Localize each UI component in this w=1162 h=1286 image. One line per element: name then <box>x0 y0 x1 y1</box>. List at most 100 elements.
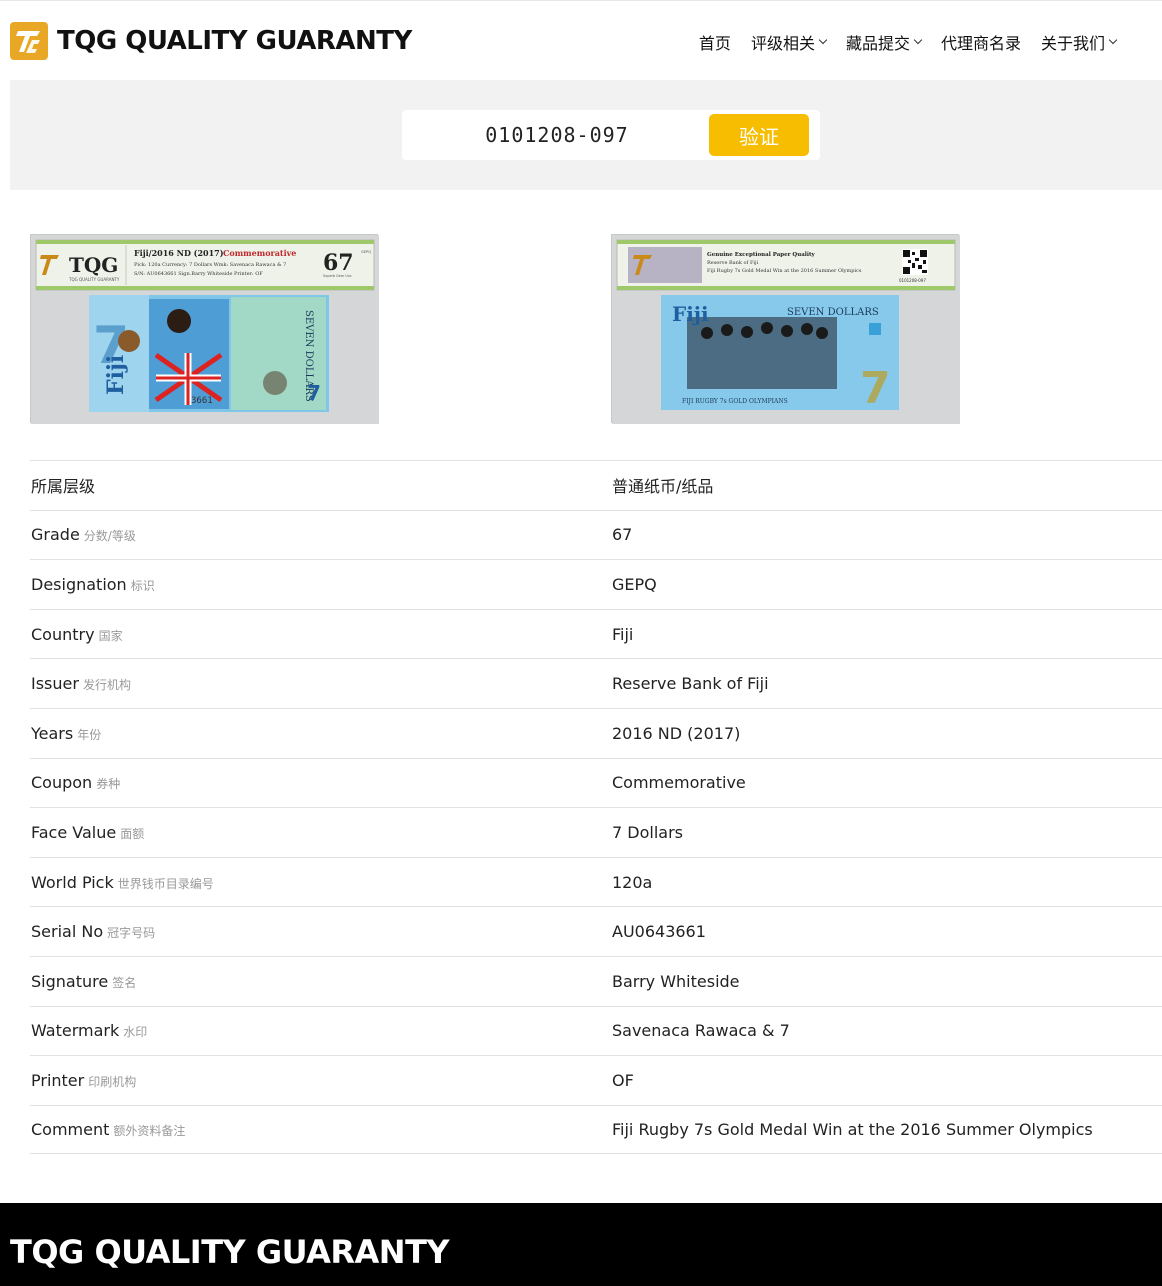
slab-front-line1: Fiji/2016 ND (2017) <box>134 248 224 258</box>
row-label-cn: 发行机构 <box>82 678 131 693</box>
row-label: Issuer 发行机构 <box>31 674 131 693</box>
row-label: Grade 分数/等级 <box>31 525 136 544</box>
nav-dealers-label: 代理商名录 <box>940 34 1021 53</box>
table-row: Country 国家 Fiji <box>30 608 1162 659</box>
row-label-cn: 额外资料备注 <box>113 1124 186 1139</box>
row-label-cn: 世界钱币目录编号 <box>117 876 214 891</box>
row-label-cn: 水印 <box>123 1025 148 1040</box>
row-label-en: Grade <box>31 525 80 545</box>
nav-about[interactable]: 关于我们 <box>1040 30 1118 54</box>
note-word-front: Fiji <box>103 355 129 395</box>
row-value: Savenaca Rawaca & 7 <box>612 1021 790 1041</box>
nav-about-label: 关于我们 <box>1040 34 1105 53</box>
row-label-en: Printer <box>31 1070 85 1090</box>
row-value: OF <box>612 1070 634 1090</box>
row-label: Watermark 水印 <box>31 1021 147 1040</box>
cert-number-input[interactable] <box>402 110 712 160</box>
logo-icon <box>10 22 48 60</box>
slab-front-image[interactable]: TQG TQG QUALITY GUARANTY Fiji/2016 ND (2… <box>30 234 379 424</box>
footer-title: TQG QUALITY GUARANTY <box>10 1233 450 1271</box>
details-table: 所属层级 普通纸币/纸品 Grade 分数/等级 67 Designation 标识 GEPQ… <box>30 460 1162 1155</box>
table-row: Designation 标识 GEPQ <box>30 559 1162 609</box>
row-label-cn: 年份 <box>77 727 102 742</box>
slab-front-grade: 67 <box>323 250 354 276</box>
row-label: Coupon 券种 <box>31 773 120 792</box>
row-label: Years 年份 <box>31 724 101 743</box>
slab-back-image[interactable]: Genuine Exceptional Paper Quality Reserv… <box>611 234 960 424</box>
search-box: 验证 <box>402 110 820 160</box>
table-row: Face Value 面额 7 Dollars <box>30 807 1162 857</box>
note-caption-back: FIJI RUGBY 7s GOLD OLYMPIANS <box>682 398 788 405</box>
row-value: Fiji Rugby 7s Gold Medal Win at the 2016… <box>612 1120 1093 1140</box>
qr-code-icon <box>902 249 928 275</box>
row-label-cn: 面额 <box>120 826 145 841</box>
table-row: Signature 签名 Barry Whiteside <box>30 955 1162 1006</box>
row-value: 7 Dollars <box>612 822 683 842</box>
site-footer: TQG QUALITY GUARANTY <box>0 1203 1162 1286</box>
row-label-en: Years <box>31 723 74 743</box>
note-text-back: SEVEN DOLLARS <box>787 307 879 318</box>
row-value: Barry Whiteside <box>612 971 740 991</box>
logo[interactable]: TQG QUALITY GUARANTY <box>10 22 412 60</box>
row-label-en: Face Value <box>31 822 117 842</box>
row-label: Signature 签名 <box>31 972 136 991</box>
table-row: Years 年份 2016 ND (2017) <box>30 707 1162 758</box>
nav-submission[interactable]: 藏品提交 <box>845 30 923 54</box>
verify-button[interactable]: 验证 <box>709 114 809 156</box>
nav-grading-label: 评级相关 <box>750 34 815 53</box>
row-label: Face Value 面额 <box>31 823 144 842</box>
table-row: World Pick 世界钱币目录编号 120a <box>30 856 1162 907</box>
chevron-down-icon <box>913 35 923 45</box>
chevron-down-icon <box>1108 35 1118 45</box>
row-label-en: Watermark <box>31 1021 120 1041</box>
row-label-en: Designation <box>31 574 127 594</box>
note-serial-fragment: 3661 <box>191 396 213 406</box>
row-value: 普通纸币/纸品 <box>612 477 714 497</box>
row-value: 120a <box>612 872 653 892</box>
slab-back-line3: Fiji Rugby 7s Gold Medal Win at the 2016… <box>707 268 862 274</box>
row-label-cn: 冠字号码 <box>107 926 156 941</box>
flag-emblem-icon <box>869 323 881 335</box>
row-label-en: World Pick <box>31 872 114 892</box>
row-label-cn: 分数/等级 <box>83 529 136 544</box>
row-label-cn: 券种 <box>96 777 121 792</box>
row-label: Designation 标识 <box>31 575 155 594</box>
row-label-en: Country <box>31 624 95 644</box>
row-label-en: Serial No <box>31 922 104 942</box>
logo-text: TQG QUALITY GUARANTY <box>57 26 412 56</box>
table-row: Serial No 冠字号码 AU0643661 <box>30 906 1162 956</box>
slab-front-designation: GEPQ <box>361 250 371 254</box>
row-label: Comment 额外资料备注 <box>31 1120 185 1139</box>
row-value: GEPQ <box>612 574 657 594</box>
row-label: 所属层级 <box>31 473 95 497</box>
nav-grading[interactable]: 评级相关 <box>750 30 828 54</box>
row-value: Reserve Bank of Fiji <box>612 674 769 694</box>
row-value: Fiji <box>612 624 634 644</box>
row-label: Serial No 冠字号码 <box>31 922 155 941</box>
table-row: Issuer 发行机构 Reserve Bank of Fiji <box>30 658 1162 708</box>
slab-front-line2: Pick: 120a Currency: 7 Dollars Wmk: Save… <box>134 262 286 268</box>
nav-home[interactable]: 首页 <box>699 30 731 54</box>
main-nav: 首页 评级相关 藏品提交 代理商名录 关于我们 <box>699 30 1118 54</box>
slab-back-cert: 0101208-097 <box>899 278 926 283</box>
table-row: Coupon 券种 Commemorative <box>30 757 1162 808</box>
row-label-cn: 标识 <box>130 578 155 593</box>
note-value-small: 7 <box>307 381 321 405</box>
slab-back-line1: Genuine Exceptional Paper Quality <box>707 252 816 258</box>
row-label-en: Signature <box>31 971 109 991</box>
chevron-down-icon <box>818 35 828 45</box>
table-row: Printer 印刷机构 OF <box>30 1055 1162 1105</box>
table-row: Comment 额外资料备注 Fiji Rugby 7s Gold Medal Wi… <box>30 1104 1162 1155</box>
row-value: 2016 ND (2017) <box>612 723 741 743</box>
slab-back-line2: Reserve Bank of Fiji <box>707 260 759 266</box>
row-value: AU0643661 <box>612 922 706 942</box>
row-label-en: 所属层级 <box>31 477 96 497</box>
row-value: Commemorative <box>612 773 746 793</box>
slab-front-grade-caption: Superb Gem Unc <box>323 274 352 278</box>
row-label-cn: 印刷机构 <box>88 1074 137 1089</box>
nav-dealers[interactable]: 代理商名录 <box>941 30 1021 54</box>
nav-home-label: 首页 <box>698 34 731 53</box>
note-value-back: 7 <box>860 363 891 414</box>
nav-submission-label: 藏品提交 <box>845 34 910 53</box>
row-label: World Pick 世界钱币目录编号 <box>31 873 214 892</box>
